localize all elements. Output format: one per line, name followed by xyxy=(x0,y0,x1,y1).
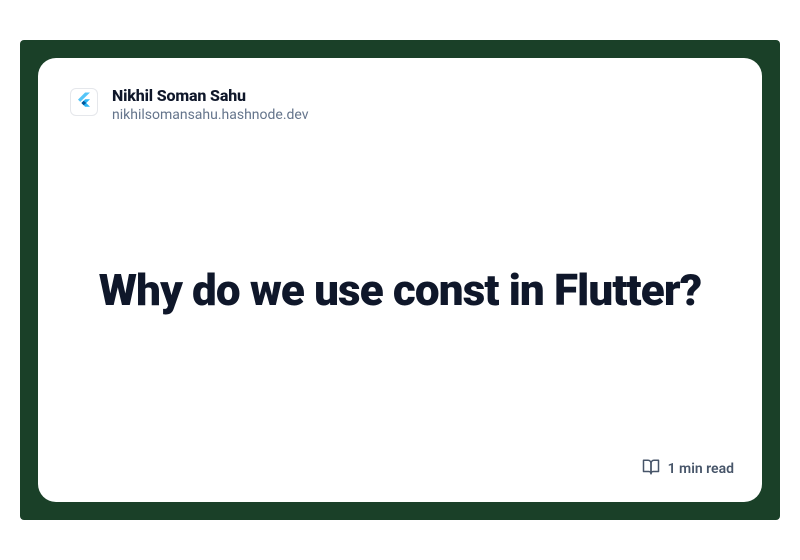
title-container: Why do we use const in Flutter? xyxy=(70,103,730,478)
read-time-text: 1 min read xyxy=(668,461,734,477)
book-open-icon xyxy=(642,458,660,480)
read-time-badge: 1 min read xyxy=(642,458,734,480)
post-title: Why do we use const in Flutter? xyxy=(99,265,702,317)
social-card-frame: Nikhil Soman Sahu nikhilsomansahu.hashno… xyxy=(20,40,780,520)
social-card: Nikhil Soman Sahu nikhilsomansahu.hashno… xyxy=(38,58,762,502)
